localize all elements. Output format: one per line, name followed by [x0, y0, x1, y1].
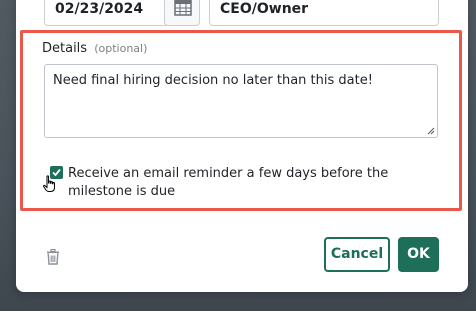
details-label-text: Details [42, 41, 88, 56]
cancel-button[interactable]: Cancel [324, 237, 390, 272]
calendar-button[interactable] [164, 0, 200, 26]
owner-value: CEO/Owner [220, 1, 309, 17]
details-textarea-value: Need final hiring decision no later than… [53, 73, 373, 88]
due-date-field[interactable]: 02/23/2024 [44, 0, 174, 26]
details-label: Details (optional) [42, 41, 147, 56]
details-textarea[interactable]: Need final hiring decision no later than… [44, 64, 438, 138]
resize-grip-icon[interactable] [427, 127, 435, 135]
email-reminder-label[interactable]: Receive an email reminder a few days bef… [68, 165, 398, 201]
due-date-value: 02/23/2024 [55, 1, 144, 17]
hand-pointer-icon [43, 175, 55, 192]
trash-icon[interactable] [46, 249, 60, 265]
calendar-icon [174, 0, 192, 16]
details-optional-hint: (optional) [94, 42, 148, 55]
owner-field[interactable]: CEO/Owner [209, 0, 439, 26]
ok-button[interactable]: OK [398, 237, 439, 272]
milestone-dialog: 02/23/2024 CEO/Owner Details (optional) … [16, 0, 468, 292]
